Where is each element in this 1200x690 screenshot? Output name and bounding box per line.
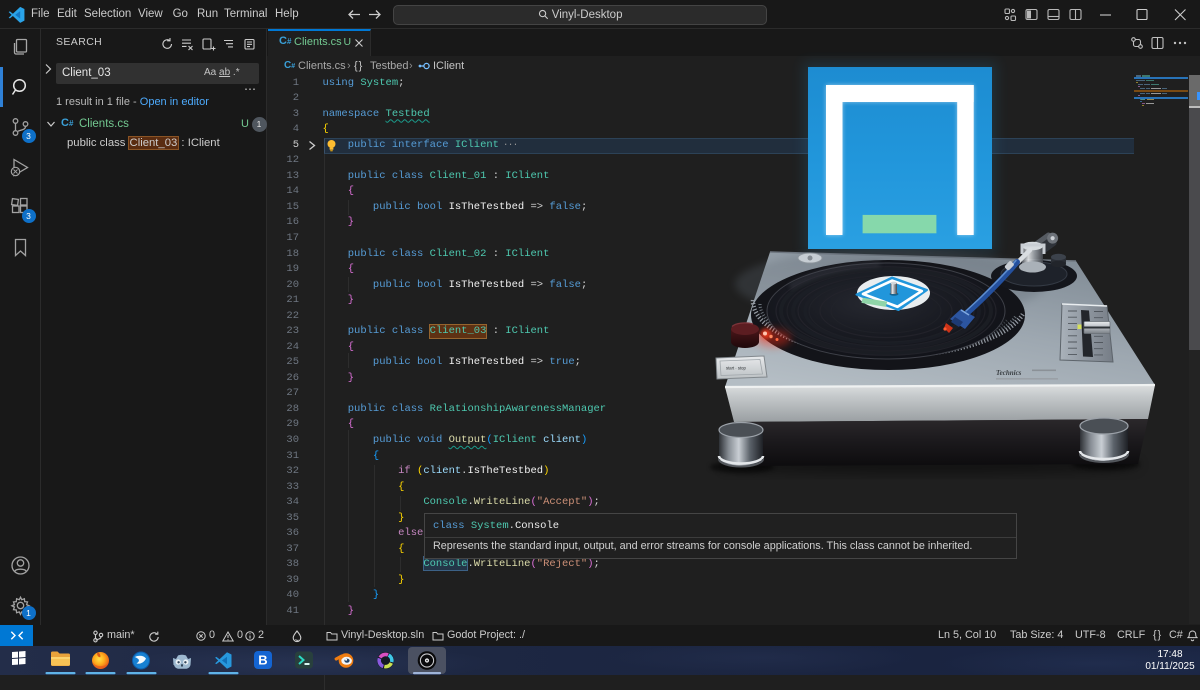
svg-text:B: B	[258, 653, 267, 668]
svg-text:start · stop: start · stop	[726, 366, 746, 371]
svg-text:Technics: Technics	[996, 369, 1022, 377]
